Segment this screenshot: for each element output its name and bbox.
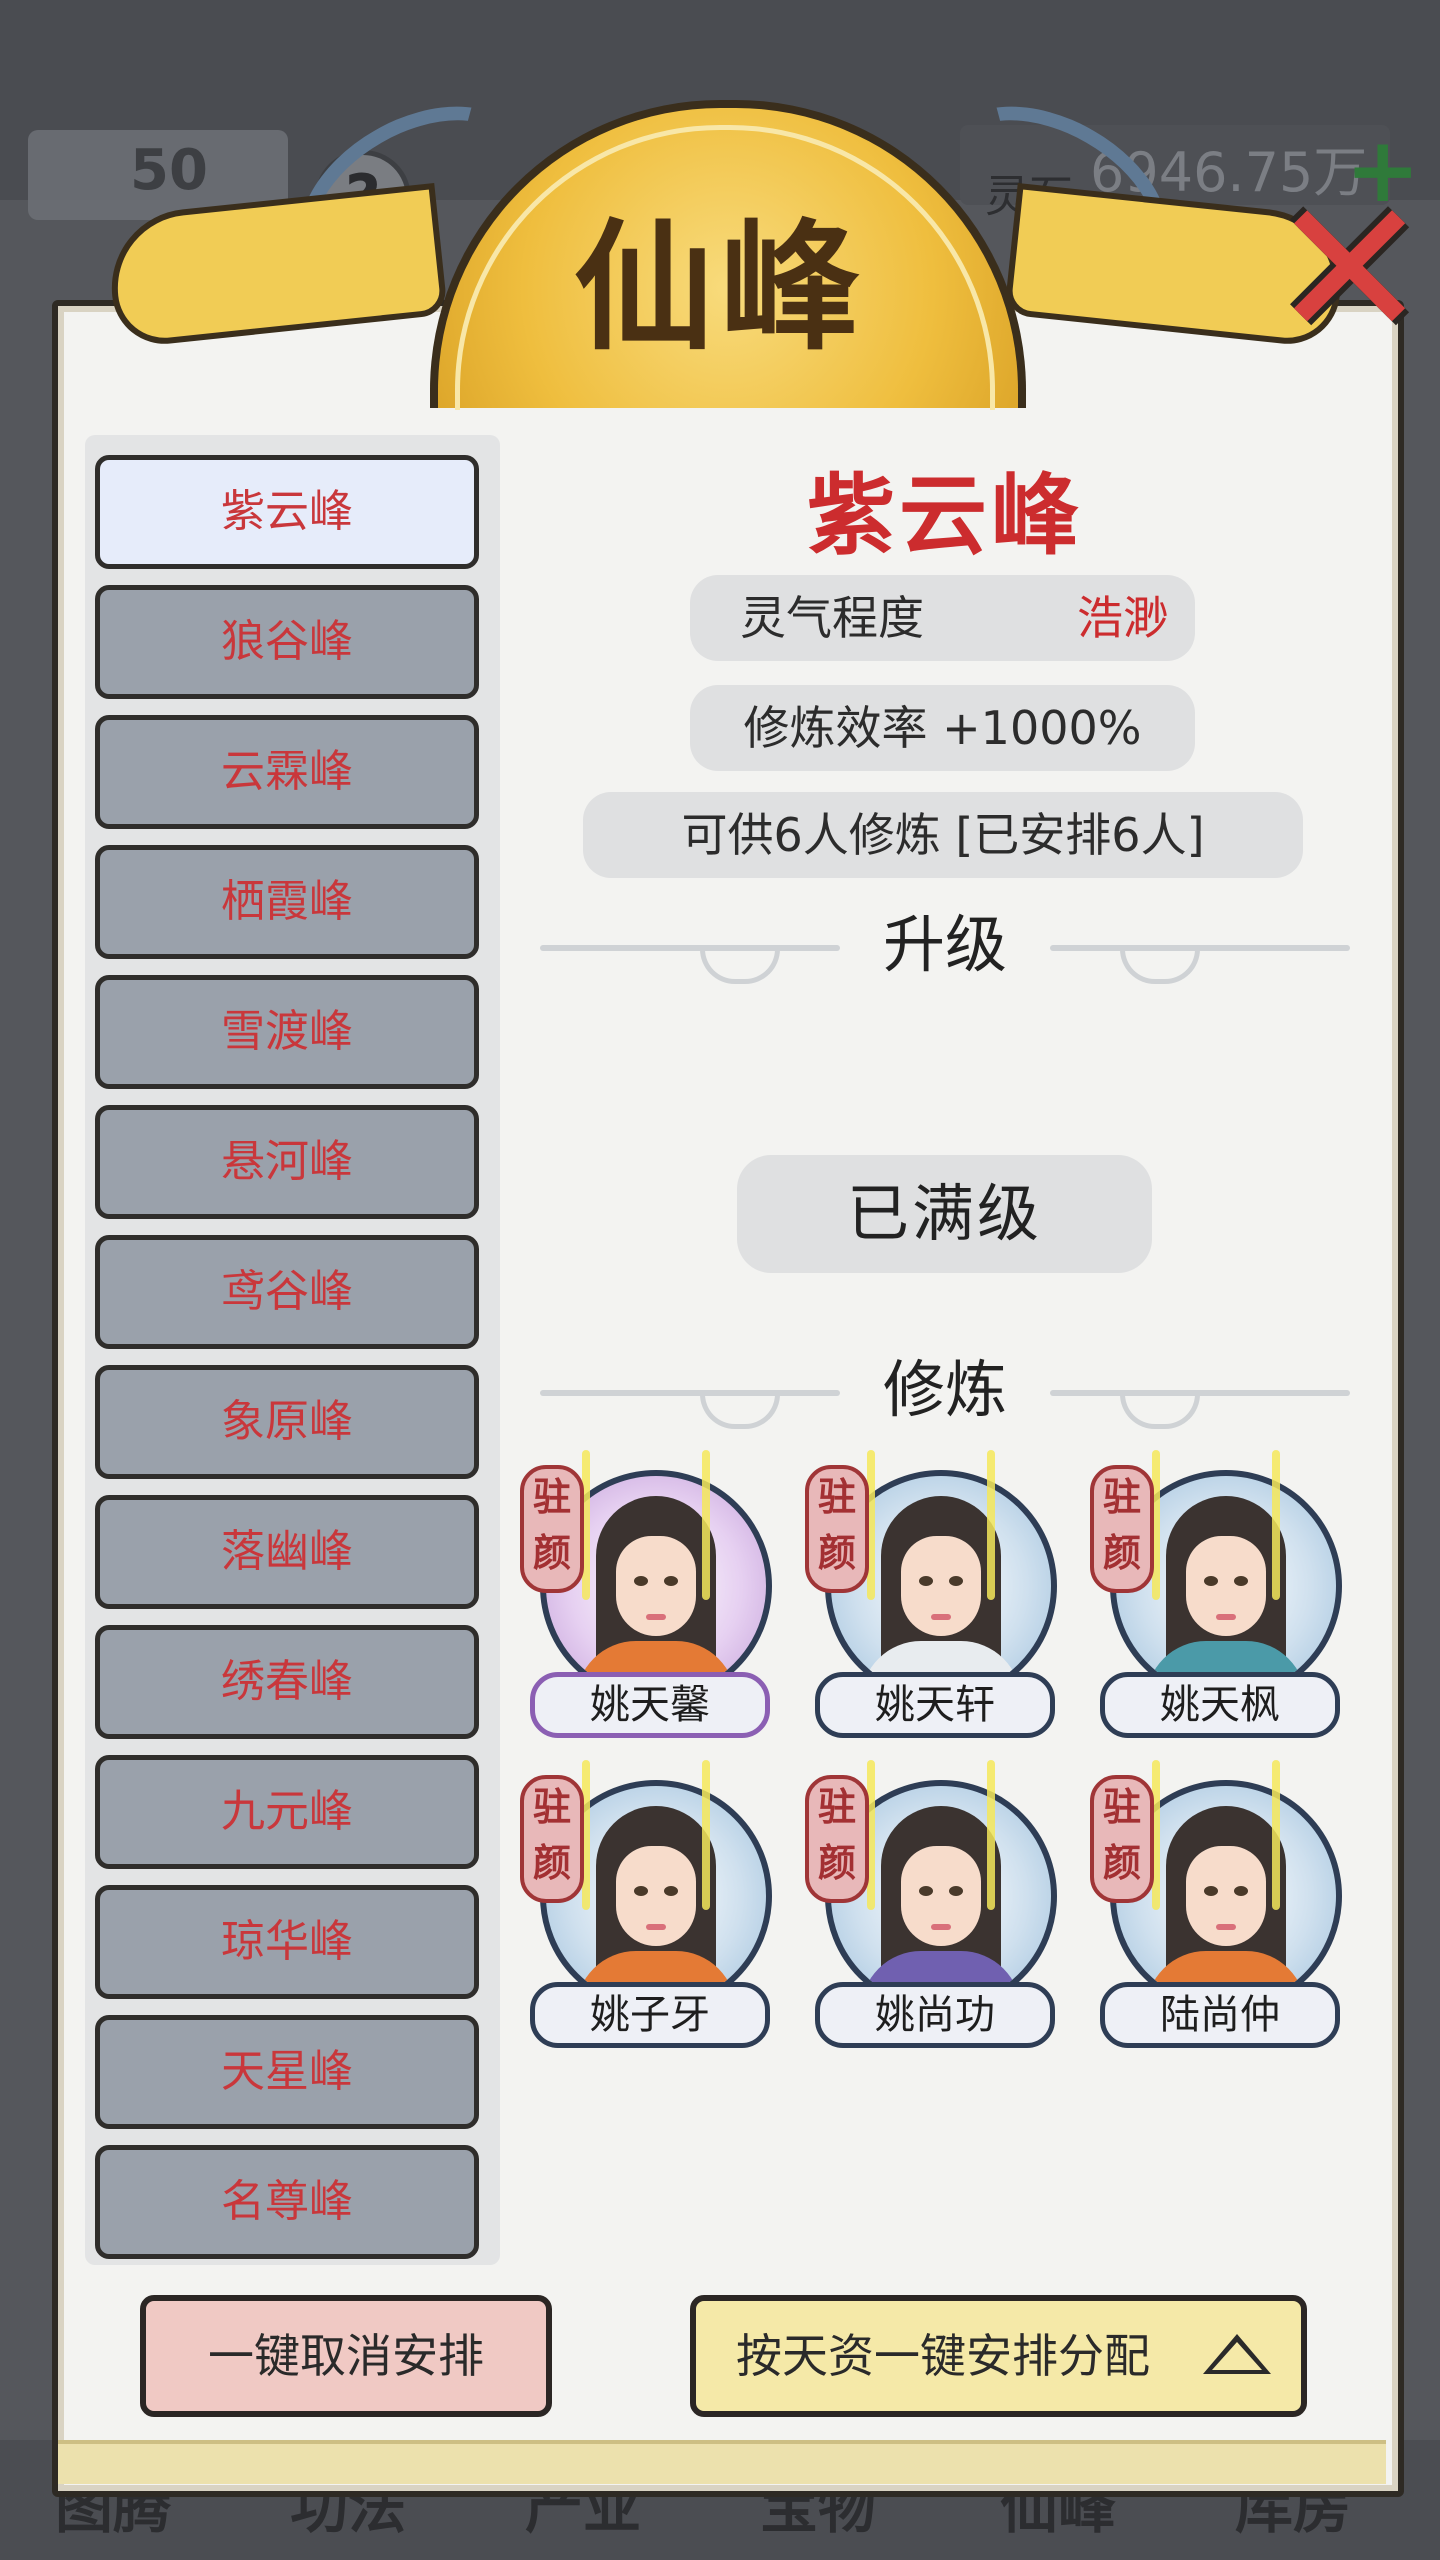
selected-peak-name: 紫云峰 [806,464,1083,567]
dialog-footer-strip [58,2440,1386,2484]
aura-glow [987,1450,995,1600]
peak-item-xiangyuan[interactable]: 象原峰 [95,1365,479,1479]
eye-shape [634,1576,648,1586]
eye-shape [1234,1576,1248,1586]
auto-arrange-label: 按天资一键安排分配 [736,2329,1150,2383]
youth-tag: 驻颜 [805,1775,869,1903]
youth-tag: 驻颜 [1090,1465,1154,1593]
peak-item-jiuyuan[interactable]: 九元峰 [95,1755,479,1869]
youth-tag: 驻颜 [520,1465,584,1593]
youth-tag: 驻颜 [520,1775,584,1903]
disciple-name: 陆尚仲 [1100,1982,1340,2048]
aura-glow [702,1760,710,1910]
peak-list[interactable]: 紫云峰 狼谷峰 云霖峰 栖霞峰 雪渡峰 悬河峰 鸢谷峰 象原峰 落幽峰 绣春峰 … [85,435,500,2265]
peak-item-xuedu[interactable]: 雪渡峰 [95,975,479,1089]
eye-shape [634,1886,648,1896]
disciple-name: 姚天轩 [815,1672,1055,1738]
aura-glow [702,1450,710,1600]
peak-item-tianxing[interactable]: 天星峰 [95,2015,479,2129]
peak-item-yunlin[interactable]: 云霖峰 [95,715,479,829]
aura-glow [1272,1450,1280,1600]
face-shape [901,1536,981,1636]
mouth-shape [1216,1924,1236,1930]
cancel-all-button[interactable]: 一键取消安排 [140,2295,552,2417]
eye-shape [1204,1576,1218,1586]
face-shape [901,1846,981,1946]
disciple-card[interactable]: 驻颜 姚天轩 [805,1440,1057,1740]
aura-level-label: 灵气程度 [740,591,924,645]
mouth-shape [646,1614,666,1620]
face-shape [1186,1536,1266,1636]
peak-item-luoyou[interactable]: 落幽峰 [95,1495,479,1609]
disciple-card[interactable]: 驻颜 姚尚功 [805,1750,1057,2050]
eye-shape [949,1576,963,1586]
disciple-name: 姚尚功 [815,1982,1055,2048]
disciple-name: 姚天枫 [1100,1672,1340,1738]
peak-item-langgu[interactable]: 狼谷峰 [95,585,479,699]
eye-shape [919,1576,933,1586]
capacity-row: 可供6人修炼 [已安排6人] [583,792,1303,878]
eye-shape [664,1576,678,1586]
youth-tag: 驻颜 [1090,1775,1154,1903]
mouth-shape [646,1924,666,1930]
eye-shape [919,1886,933,1896]
aura-glow [1272,1760,1280,1910]
peak-item-mingzun[interactable]: 名尊峰 [95,2145,479,2259]
disciple-name: 姚天馨 [530,1672,770,1738]
upgrade-title: 升级 [882,908,1007,981]
peak-item-ziyun[interactable]: 紫云峰 [95,455,479,569]
face-shape [616,1536,696,1636]
max-level-button[interactable]: 已满级 [737,1155,1152,1273]
close-icon[interactable]: ✕ [1270,175,1429,365]
peak-item-xiuchun[interactable]: 绣春峰 [95,1625,479,1739]
mouth-shape [1216,1614,1236,1620]
level-value: 50 [130,138,208,203]
aura-glow [987,1760,995,1910]
youth-tag: 驻颜 [805,1465,869,1593]
triangle-up-icon [1203,2334,1271,2374]
mouth-shape [931,1924,951,1930]
auto-arrange-button[interactable]: 按天资一键安排分配 [690,2295,1307,2417]
dialog-title: 仙峰 [573,206,866,370]
efficiency-row: 修炼效率 +1000% [690,685,1195,771]
eye-shape [1204,1886,1218,1896]
peak-item-qionghua[interactable]: 琼华峰 [95,1885,479,1999]
cultivate-section-header: 修炼 [540,1350,1350,1430]
disciple-card[interactable]: 驻颜 姚子牙 [520,1750,772,2050]
upgrade-section-header: 升级 [540,905,1350,985]
peak-item-xuanhe[interactable]: 悬河峰 [95,1105,479,1219]
eye-shape [949,1886,963,1896]
mouth-shape [931,1614,951,1620]
face-shape [616,1846,696,1946]
aura-level-row: 灵气程度 浩渺 [690,575,1195,661]
face-shape [1186,1846,1266,1946]
disciple-name: 姚子牙 [530,1982,770,2048]
disciple-card[interactable]: 驻颜 姚天枫 [1090,1440,1342,1740]
peak-item-yuangu[interactable]: 鸢谷峰 [95,1235,479,1349]
eye-shape [1234,1886,1248,1896]
eye-shape [664,1886,678,1896]
cultivate-title: 修炼 [882,1353,1007,1426]
aura-level-value: 浩渺 [1077,591,1169,645]
peak-item-qixia[interactable]: 栖霞峰 [95,845,479,959]
disciple-card[interactable]: 驻颜 姚天馨 [520,1440,772,1740]
disciple-card[interactable]: 驻颜 陆尚仲 [1090,1750,1342,2050]
